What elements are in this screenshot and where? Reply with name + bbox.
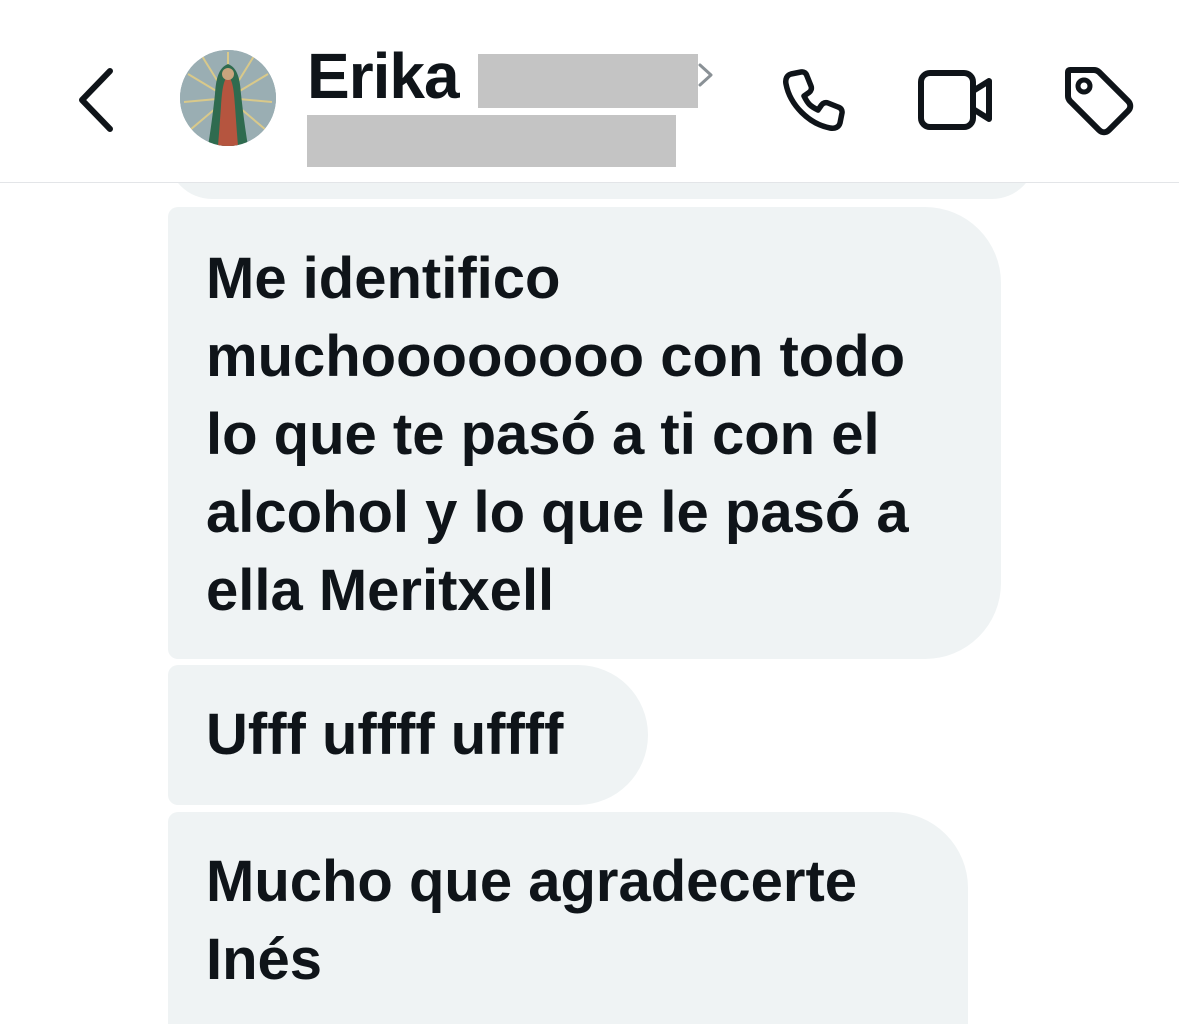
call-button[interactable]: [774, 60, 854, 140]
conversation-header: Erika: [0, 0, 1179, 183]
message-bubble[interactable]: Me identifico muchoooooooo con todo lo q…: [168, 207, 1001, 659]
phone-icon: [783, 69, 845, 131]
chevron-left-icon: [79, 68, 113, 132]
message-bubble[interactable]: Mucho que agradecerte Inés: [168, 812, 968, 1024]
redacted-subtitle: [307, 115, 676, 167]
back-button[interactable]: [66, 60, 126, 140]
video-camera-icon: [918, 70, 992, 130]
redacted-handle: [478, 54, 698, 108]
contact-name[interactable]: Erika: [307, 36, 460, 116]
tag-icon: [1065, 67, 1134, 136]
message-bubble-previous: [168, 183, 1036, 199]
avatar-image: [180, 50, 276, 146]
message-list: Me identifico muchoooooooo con todo lo q…: [0, 183, 1179, 1024]
message-bubble[interactable]: Ufff uffff uffff: [168, 665, 648, 805]
video-call-button[interactable]: [916, 60, 996, 140]
tag-button[interactable]: [1058, 60, 1138, 140]
chevron-right-icon[interactable]: [696, 62, 716, 88]
dm-conversation-screen: Erika Me identifico muchoooooooo con tod…: [0, 0, 1179, 1024]
avatar[interactable]: [180, 50, 276, 146]
